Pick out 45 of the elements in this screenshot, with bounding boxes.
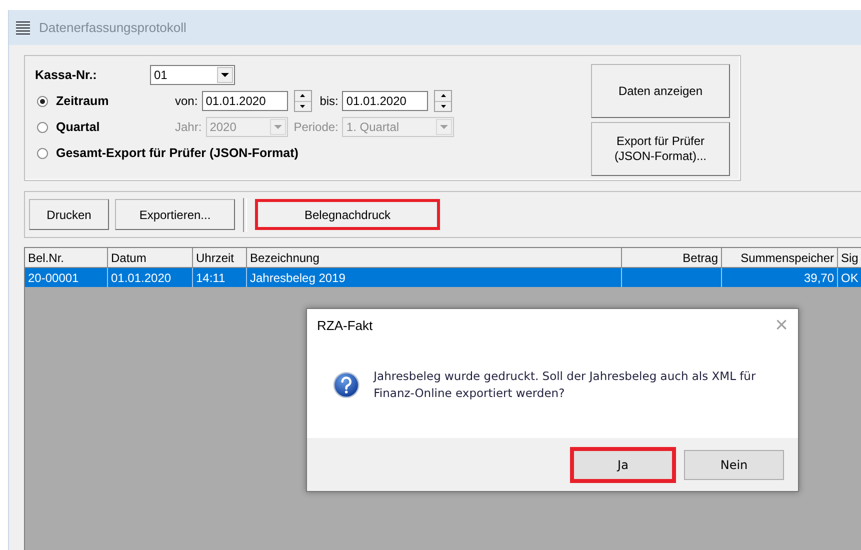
up-arrow-icon <box>300 94 306 98</box>
column-header[interactable]: Uhrzeit <box>193 248 247 268</box>
radio-option[interactable]: Gesamt-Export für Prüfer (JSON-Format) <box>35 146 298 160</box>
action-button[interactable]: Export für Prüfer (JSON-Format)... <box>591 122 730 176</box>
dialog-button[interactable]: Nein <box>684 450 784 480</box>
table-cell: Jahresbeleg 2019 <box>247 268 622 287</box>
window-title: Datenerfassungsprotokoll <box>39 20 186 35</box>
radio-circle[interactable] <box>37 148 48 158</box>
kassa-dropdown[interactable]: 01 <box>150 65 235 85</box>
date-field[interactable]: 01.01.2020 <box>342 91 428 111</box>
table-cell: 01.01.2020 <box>108 268 193 287</box>
table-cell: OK <box>838 268 861 287</box>
column-header[interactable]: Bel.Nr. <box>25 248 108 268</box>
action-button[interactable]: Daten anzeigen <box>591 64 730 118</box>
dialog-title: RZA-Fakt <box>317 318 373 332</box>
field-label: bis: <box>320 94 338 108</box>
kassa-label: Kassa-Nr.: <box>35 68 98 82</box>
dialog-button[interactable]: Ja <box>570 446 676 482</box>
column-header[interactable]: Bezeichnung <box>247 248 622 268</box>
toolbar-button[interactable]: Drucken <box>29 199 109 230</box>
table-cell: 39,70 <box>722 268 838 287</box>
down-arrow-icon <box>440 104 446 108</box>
table-cell: 14:11 <box>193 268 247 287</box>
dialog-message: Jahresbeleg wurde gedruckt. Soll der Jahresbeleg auch als XML für Finanz-Online exportiert werden? <box>374 368 757 402</box>
toolbar-button[interactable]: Exportieren... <box>115 199 235 230</box>
column-header[interactable]: Sig <box>838 248 861 268</box>
column-header[interactable]: Summenspeicher <box>722 248 838 268</box>
date-field[interactable]: 01.01.2020 <box>202 91 288 111</box>
column-header[interactable]: Datum <box>108 248 193 268</box>
dropdown-arrow-icon <box>274 125 282 129</box>
up-arrow-icon <box>440 94 446 98</box>
table-cell: 20-00001 <box>25 268 108 287</box>
dropdown-arrow-icon <box>440 125 448 129</box>
field-label: Jahr: <box>175 120 202 134</box>
field-label: von: <box>175 94 198 108</box>
column-header[interactable]: Betrag <box>622 248 722 268</box>
down-arrow-icon <box>300 104 306 108</box>
toolbar-button[interactable]: Belegnachdruck <box>255 199 440 230</box>
spin-button[interactable] <box>434 90 452 112</box>
document-icon <box>15 20 31 36</box>
spin-button[interactable] <box>294 90 312 112</box>
dropdown-arrow-icon <box>221 73 229 77</box>
radio-circle[interactable] <box>37 96 48 106</box>
field-label: Periode: <box>294 120 338 134</box>
radio-option[interactable]: Zeitraum <box>35 94 175 108</box>
